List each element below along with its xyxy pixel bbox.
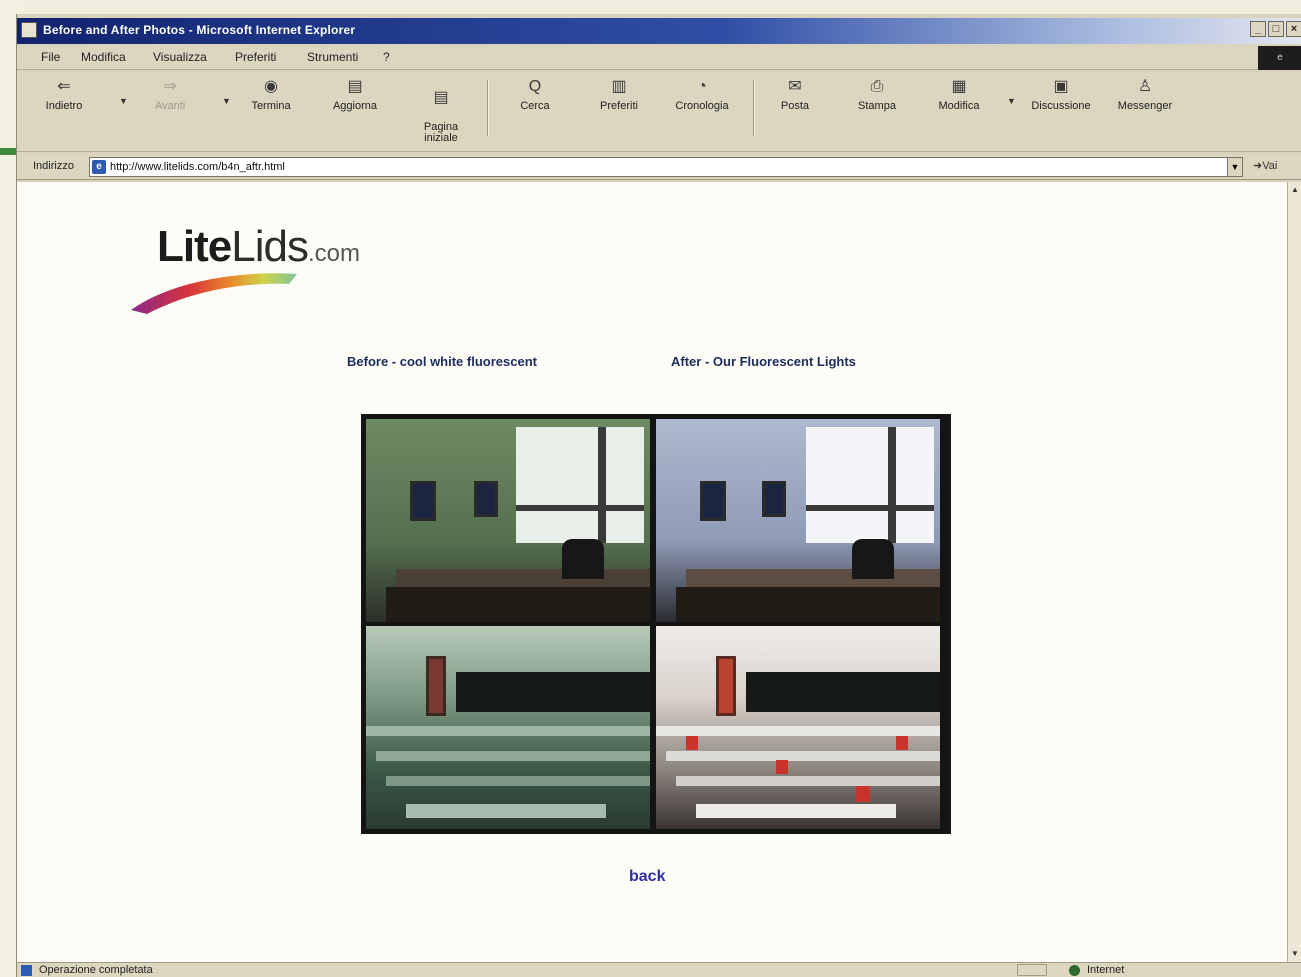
- toolbar-separator: [487, 80, 489, 136]
- photo-after-office: [656, 419, 940, 622]
- back-dropdown-arrow[interactable]: ▼: [119, 96, 128, 106]
- go-label: Vai: [1262, 160, 1278, 172]
- logo-dotcom: .com: [307, 240, 360, 267]
- menu-strumenti[interactable]: Strumenti: [307, 50, 358, 64]
- back-button[interactable]: ⇐ Indietro: [39, 78, 89, 112]
- window-controls: _ □ ×: [1250, 21, 1301, 37]
- caption-after: After - Our Fluorescent Lights: [671, 354, 856, 369]
- scroll-up-arrow[interactable]: ▲: [1289, 184, 1301, 196]
- before-after-photo-grid: [361, 414, 951, 834]
- forward-button[interactable]: ⇒ Avanti: [145, 78, 195, 112]
- edit-button[interactable]: ▦ Modifica: [929, 78, 989, 112]
- back-arrow-icon: ⇐: [57, 78, 71, 95]
- address-label: Indirizzo: [33, 160, 74, 172]
- mail-icon: ✉: [788, 78, 802, 95]
- print-icon: ⎙: [870, 78, 884, 95]
- home-button[interactable]: ▤ Pagina iniziale: [413, 78, 469, 144]
- photo-after-classroom: [656, 626, 940, 829]
- address-field[interactable]: e: [89, 157, 1237, 177]
- maximize-button[interactable]: □: [1268, 21, 1284, 37]
- status-text: Operazione completata: [39, 964, 153, 976]
- ie-app-icon[interactable]: [21, 22, 37, 38]
- messenger-button[interactable]: ♙ Messenger: [1109, 78, 1181, 112]
- scroll-down-arrow[interactable]: ▼: [1289, 948, 1301, 960]
- go-button[interactable]: ➜Vai: [1253, 159, 1277, 172]
- security-zone: Internet: [1087, 964, 1125, 976]
- search-icon: Q: [528, 78, 542, 95]
- menu-file[interactable]: File: [41, 50, 60, 64]
- internet-zone-icon: [1069, 965, 1080, 976]
- back-link[interactable]: back: [629, 868, 665, 886]
- close-button[interactable]: ×: [1286, 21, 1301, 37]
- discuss-button[interactable]: ▣ Discussione: [1019, 78, 1103, 112]
- photo-before-office: [366, 419, 650, 622]
- toolbar-separator: [753, 80, 755, 136]
- home-icon: ▤: [433, 89, 449, 106]
- title-bar: Before and After Photos - Microsoft Inte…: [17, 18, 1301, 44]
- menu-help[interactable]: ?: [383, 50, 390, 64]
- photo-before-classroom: [366, 626, 650, 829]
- menu-modifica[interactable]: Modifica: [81, 50, 126, 64]
- vertical-scrollbar[interactable]: ▲ ▼: [1287, 182, 1301, 962]
- window-title: Before and After Photos - Microsoft Inte…: [43, 23, 356, 37]
- forward-arrow-icon: ⇒: [163, 78, 177, 95]
- discuss-icon: ▣: [1053, 78, 1069, 95]
- history-button[interactable]: ◔ Cronologia: [667, 78, 737, 112]
- caption-before: Before - cool white fluorescent: [347, 354, 537, 369]
- menu-preferiti[interactable]: Preferiti: [235, 50, 276, 64]
- favorites-button[interactable]: ▥ Preferiti: [589, 78, 649, 112]
- litelids-logo[interactable]: LiteLids.com: [129, 208, 389, 318]
- minimize-button[interactable]: _: [1250, 21, 1266, 37]
- page-status-icon: [21, 965, 32, 976]
- address-dropdown-button[interactable]: ▼: [1227, 157, 1243, 177]
- edit-dropdown-arrow[interactable]: ▼: [1007, 96, 1016, 106]
- status-panel: [1017, 964, 1047, 976]
- refresh-button[interactable]: ▤ Aggiorna: [325, 78, 385, 112]
- mail-button[interactable]: ✉ Posta: [773, 78, 817, 112]
- search-button[interactable]: Q Cerca: [511, 78, 559, 112]
- messenger-icon: ♙: [1137, 78, 1153, 95]
- favorites-icon: ▥: [611, 78, 627, 95]
- menu-visualizza[interactable]: Visualizza: [153, 50, 207, 64]
- address-bar: Indirizzo e ▼ ➜Vai: [17, 154, 1301, 180]
- edit-icon: ▦: [951, 78, 967, 95]
- toolbar: ⇐ Indietro ▼ ⇒ Avanti ▼ ◉ Termina ▤ Aggi…: [17, 72, 1301, 152]
- stop-icon: ◉: [264, 78, 278, 95]
- history-icon: ◔: [697, 78, 707, 95]
- address-input[interactable]: [110, 159, 1210, 175]
- status-bar: Operazione completata Internet: [17, 962, 1301, 977]
- menu-bar: File Modifica Visualizza Preferiti Strum…: [17, 46, 1301, 70]
- print-button[interactable]: ⎙ Stampa: [849, 78, 905, 112]
- forward-dropdown-arrow[interactable]: ▼: [222, 96, 231, 106]
- browser-window: Before and After Photos - Microsoft Inte…: [16, 14, 1301, 977]
- page-icon: e: [92, 160, 106, 174]
- refresh-icon: ▤: [347, 78, 363, 95]
- stop-button[interactable]: ◉ Termina: [245, 78, 297, 112]
- ie-throbber-logo: e: [1258, 46, 1301, 70]
- logo-swoosh-icon: [131, 273, 297, 314]
- page-content: LiteLids.com Before - cool white fluores…: [17, 182, 1287, 962]
